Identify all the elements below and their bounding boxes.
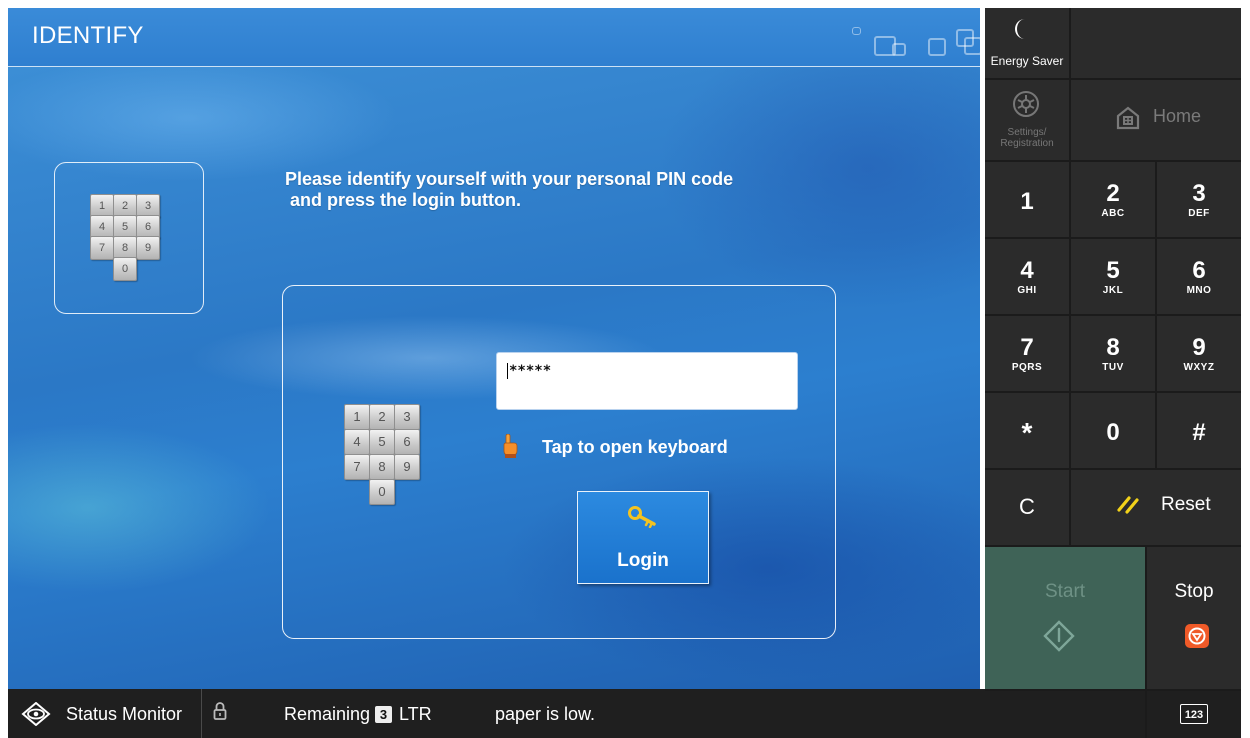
screen: IDENTIFY 1 2 3 4 5 6 7 8 9 0 Please iden… [8,8,1241,738]
key-letters: JKL [1102,285,1124,296]
login-label: Login [617,550,669,571]
key-letters: TUV [1102,362,1124,373]
keypad-key: 9 [136,236,160,260]
key-digit: 0 [1106,419,1120,446]
home-button[interactable]: Home [1071,80,1241,160]
reset-label: Reset [1161,494,1211,515]
key-digit: 1 [1020,188,1034,215]
start-button[interactable]: Start [985,547,1145,689]
settings-registration-button[interactable]: Settings/ Registration [985,80,1069,160]
key-digit: 8 [1106,334,1120,361]
key-1[interactable]: 1 [985,162,1069,237]
start-label: Start [1044,581,1086,602]
keypad-key: 0 [369,479,395,505]
lock-icon [213,701,227,726]
key-5[interactable]: 5 JKL [1071,239,1155,314]
login-button[interactable]: Login [577,491,709,584]
key-0[interactable]: 0 [1071,393,1155,468]
status-monitor-button[interactable]: Status Monitor [8,689,201,738]
remaining-count-badge: 3 [375,706,392,723]
key-hash[interactable]: # [1157,393,1241,468]
energy-saver-button[interactable]: Energy Saver [985,8,1069,78]
remaining-label: Remaining [284,704,371,724]
keypad-key: 6 [394,429,420,455]
stop-icon [1185,624,1209,648]
pin-entry-panel: 1 2 3 4 5 6 7 8 9 0 [282,285,836,639]
open-keyboard-label: Tap to open keyboard [542,437,728,457]
key-digit: 5 [1106,257,1120,284]
key-9[interactable]: 9 WXYZ [1157,316,1241,391]
pin-method-icon-box: 1 2 3 4 5 6 7 8 9 0 [54,162,204,314]
key-letters: DEF [1188,208,1210,219]
key-digit: 2 [1106,180,1120,207]
clear-label: C [1019,494,1035,519]
status-divider [201,689,202,738]
keypad-key: 5 [369,429,395,455]
settings-icon [1011,89,1041,124]
clear-button[interactable]: C [985,470,1069,545]
start-icon [1042,619,1076,658]
key-3[interactable]: 3 DEF [1157,162,1241,237]
key-2[interactable]: 2 ABC [1071,162,1155,237]
remaining-unit: LTR [399,704,432,724]
keypad-key: 4 [344,429,370,455]
key-6[interactable]: 6 MNO [1157,239,1241,314]
key-digit: * [1021,417,1033,448]
key-digit: 9 [1192,334,1206,361]
key-digit: 3 [1192,180,1206,207]
key-digit: 7 [1020,334,1034,361]
keypad-key: 7 [90,236,114,260]
blank-status-area [985,691,1145,738]
keypad-key: 9 [394,454,420,480]
energy-saver-moon-icon [1014,18,1030,45]
status-monitor-label: Status Monitor [66,704,183,724]
keypad-key: 2 [369,404,395,430]
home-icon [1116,106,1140,135]
key-icon [628,506,658,533]
reset-button[interactable]: Reset [1071,470,1241,545]
stop-button[interactable]: Stop [1147,547,1241,689]
key-letters: PQRS [1011,362,1043,373]
key-7[interactable]: 7 PQRS [985,316,1069,391]
status-message: paper is low. [495,704,596,724]
status-monitor-icon [20,701,52,731]
page-title: IDENTIFY [32,22,144,49]
keypad-key: 8 [369,454,395,480]
key-letters: MNO [1186,285,1212,296]
key-4[interactable]: 4 GHI [985,239,1069,314]
instruction-text: Please identify yourself with your perso… [285,169,734,210]
counter-check-button[interactable]: 123 [1147,691,1241,738]
stop-label: Stop [1174,581,1214,602]
pin-value: ***** [509,363,552,379]
keypad-key: 1 [344,404,370,430]
window-layout-icons [848,26,980,60]
key-asterisk[interactable]: * [985,393,1069,468]
control-panel: Energy Saver Settings/ Registration Home… [985,8,1241,738]
status-bar: Status Monitor Remaining 3 LTR paper is … [8,689,985,738]
text-cursor [507,363,508,379]
key-digit: 4 [1020,257,1034,284]
key-digit: 6 [1192,257,1206,284]
keypad-key: 0 [113,257,137,281]
key-digit: # [1192,419,1206,446]
energy-saver-label: Energy Saver [990,54,1064,68]
key-8[interactable]: 8 TUV [1071,316,1155,391]
blank-panel-area [1071,8,1241,78]
title-bar: IDENTIFY [8,8,980,67]
pointing-hand-icon [501,433,519,463]
counter-icon: 123 [1180,704,1208,724]
keypad-key: 3 [394,404,420,430]
key-letters: WXYZ [1183,362,1215,373]
settings-label: Settings/ Registration [1000,127,1054,149]
key-letters: GHI [1017,285,1037,296]
home-label: Home [1153,106,1202,126]
keypad-key: 7 [344,454,370,480]
main-panel: IDENTIFY 1 2 3 4 5 6 7 8 9 0 Please iden… [8,8,980,689]
reset-slash-icon [1115,492,1143,521]
key-letters: ABC [1101,208,1125,219]
pin-input[interactable]: ***** [496,352,798,410]
